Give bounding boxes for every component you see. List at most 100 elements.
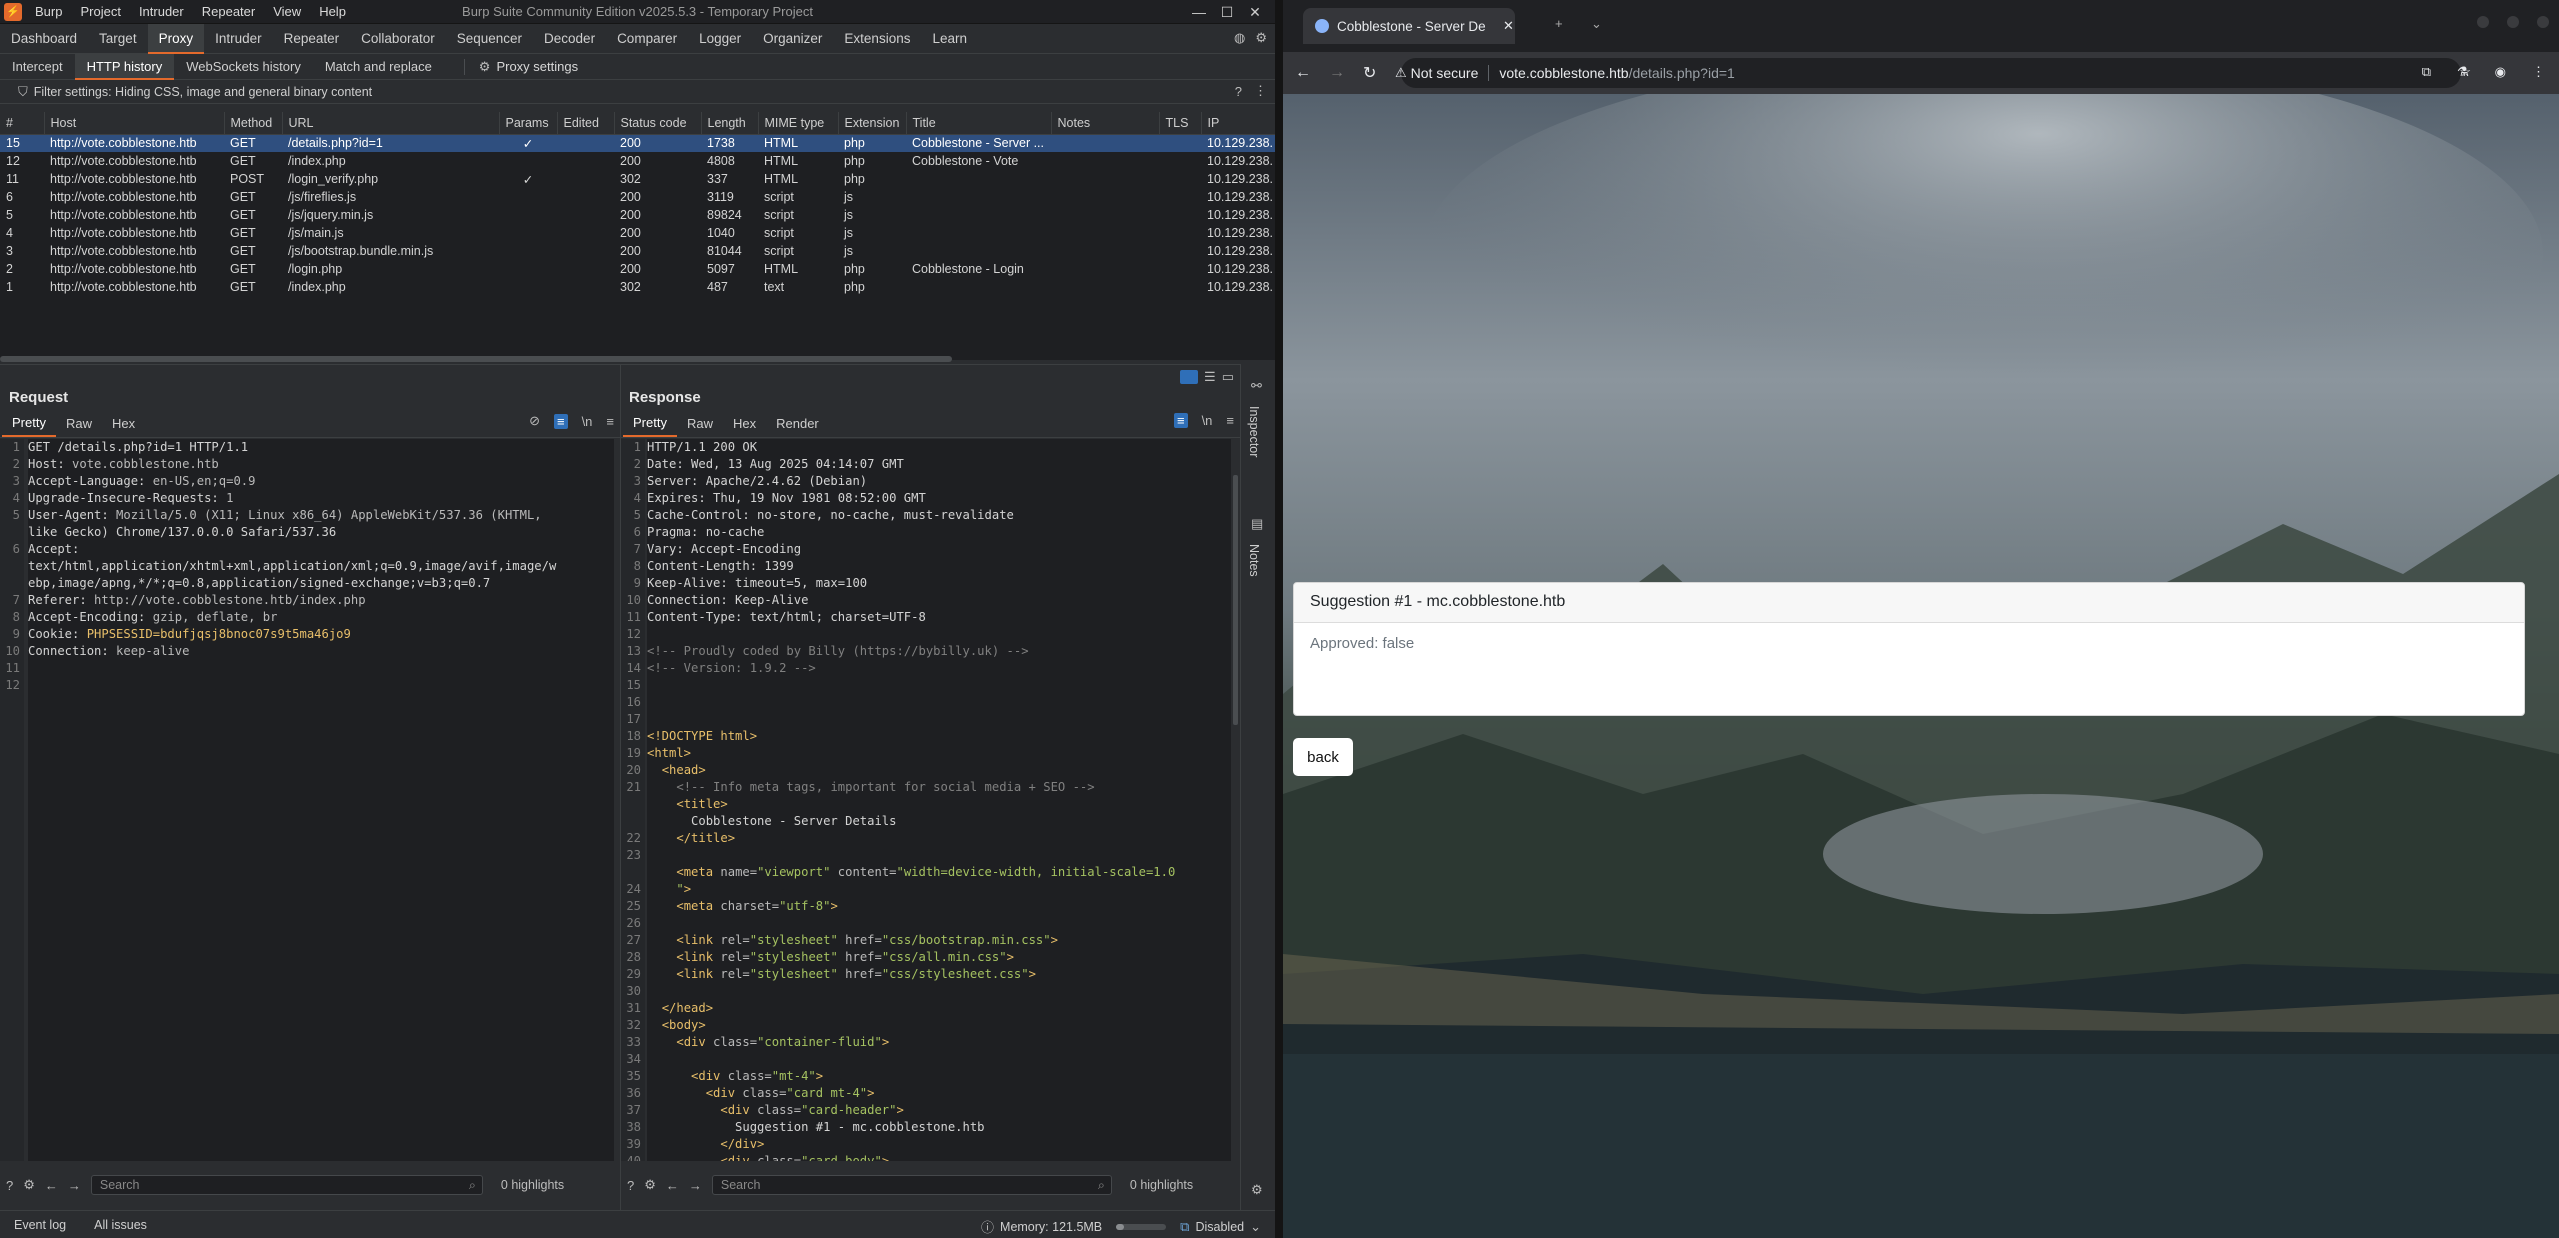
help-icon[interactable]: ?	[6, 1178, 13, 1193]
hide-icon[interactable]: ⊘	[529, 413, 540, 429]
wrap-toggle-icon[interactable]: ≡	[553, 413, 568, 429]
close-dot-icon[interactable]	[2537, 16, 2549, 28]
window-divider[interactable]	[1275, 0, 1283, 1238]
tab-repeater[interactable]: Repeater	[273, 24, 351, 54]
new-tab-icon[interactable]: +	[1555, 16, 1563, 31]
event-log-link[interactable]: Event log	[14, 1218, 66, 1232]
minimize-icon[interactable]: —	[1185, 0, 1213, 24]
reload-icon[interactable]: ↻	[1363, 63, 1376, 83]
table-row[interactable]: 12 http://vote.cobblestone.htb GET/index.p…	[0, 152, 1275, 170]
chevron-down-icon[interactable]: ⌄	[1250, 1219, 1261, 1235]
tab-render[interactable]: Render	[766, 412, 829, 436]
tab-logger[interactable]: Logger	[688, 24, 752, 54]
column-header[interactable]: TLS	[1159, 112, 1202, 135]
maximize-dot-icon[interactable]	[2507, 16, 2519, 28]
address-bar[interactable]: ⚠ Not secure vote.cobblestone.htb/detail…	[1395, 58, 2471, 88]
column-header[interactable]: MIME type	[758, 112, 839, 135]
table-row[interactable]: 11 http://vote.cobblestone.htb POST/login_…	[0, 170, 1275, 188]
tab-organizer[interactable]: Organizer	[752, 24, 833, 54]
forward-arrow-icon[interactable]: →	[689, 1178, 702, 1193]
help-icon[interactable]: ?	[1235, 84, 1242, 99]
tab-intruder[interactable]: Intruder	[204, 24, 273, 54]
menu-project[interactable]: Project	[71, 0, 129, 24]
tab-hex[interactable]: Hex	[102, 412, 145, 436]
tab-dashboard[interactable]: Dashboard	[0, 24, 88, 54]
browser-menu-icon[interactable]: ⋮	[2532, 64, 2545, 80]
tab-decoder[interactable]: Decoder	[533, 24, 606, 54]
table-row[interactable]: 1 http://vote.cobblestone.htb GET/index.ph…	[0, 278, 1275, 296]
horizontal-scrollbar[interactable]	[0, 356, 952, 362]
wrap-toggle-icon[interactable]: ≡	[1173, 413, 1188, 428]
single-view-icon[interactable]: ▭	[1222, 369, 1234, 385]
back-arrow-icon[interactable]: ←	[45, 1178, 58, 1193]
globe-icon[interactable]: ◍	[1234, 30, 1245, 46]
tab-learn[interactable]: Learn	[921, 24, 978, 54]
tab-raw[interactable]: Raw	[56, 412, 102, 436]
menu-help[interactable]: Help	[310, 0, 355, 24]
response-editor[interactable]: HTTP/1.1 200 OK Date: Wed, 13 Aug 2025 0…	[647, 439, 1231, 1161]
tab-match-and-replace[interactable]: Match and replace	[313, 54, 444, 80]
menu-intruder[interactable]: Intruder	[130, 0, 193, 24]
column-header[interactable]: Params	[499, 112, 558, 135]
menu-icon[interactable]: ≡	[606, 414, 614, 429]
menu-repeater[interactable]: Repeater	[193, 0, 264, 24]
capture-status[interactable]: Disabled	[1195, 1220, 1244, 1234]
not-secure-label[interactable]: Not secure	[1411, 65, 1479, 81]
newline-icon[interactable]: \n	[1202, 413, 1213, 428]
column-header[interactable]: Method	[224, 112, 283, 135]
column-header[interactable]: IP	[1201, 112, 1276, 135]
column-header[interactable]: URL	[282, 112, 500, 135]
tab-hex[interactable]: Hex	[723, 412, 766, 436]
filter-settings-bar[interactable]: ⛉ Filter settings: Hiding CSS, image and…	[0, 80, 1275, 104]
horizontal-layout-icon[interactable]: ☰	[1204, 369, 1216, 385]
column-header[interactable]: Edited	[557, 112, 615, 135]
tab-proxy[interactable]: Proxy	[147, 23, 205, 54]
inspector-icon[interactable]: ⚯	[1251, 378, 1262, 394]
tab-intercept[interactable]: Intercept	[0, 54, 75, 80]
all-issues-link[interactable]: All issues	[94, 1218, 147, 1232]
request-editor[interactable]: GET /details.php?id=1 HTTP/1.1 Host: vote…	[28, 439, 614, 1161]
tab-pretty[interactable]: Pretty	[2, 411, 56, 437]
proxy-settings-button[interactable]: ⚙ Proxy settings	[463, 58, 578, 75]
split-view-icon[interactable]	[1180, 370, 1199, 384]
browser-tab[interactable]: Cobblestone - Server De ✕	[1303, 8, 1515, 44]
tab-target[interactable]: Target	[88, 24, 148, 54]
settings-icon[interactable]: ⚙	[23, 1177, 35, 1193]
forward-icon[interactable]: →	[1329, 64, 1345, 82]
tab-list-chevron-icon[interactable]: ⌄	[1591, 16, 1602, 32]
response-search-input[interactable]: Search ⌕	[711, 1175, 1112, 1195]
column-header[interactable]: Title	[906, 112, 1052, 135]
menu-view[interactable]: View	[264, 0, 310, 24]
request-search-input[interactable]: Search ⌕	[90, 1175, 483, 1195]
table-row[interactable]: 5 http://vote.cobblestone.htb GET/js/jquer…	[0, 206, 1275, 224]
labs-flask-icon[interactable]: ⚗	[2457, 64, 2469, 80]
notes-tab[interactable]: Notes	[1247, 544, 1261, 577]
profile-icon[interactable]: ◉	[2495, 64, 2506, 80]
back-arrow-icon[interactable]: ←	[666, 1178, 679, 1193]
inspector-tab[interactable]: Inspector	[1247, 406, 1261, 457]
tab-close-icon[interactable]: ✕	[1503, 18, 1514, 34]
newline-icon[interactable]: \n	[582, 414, 593, 429]
help-icon[interactable]: ?	[627, 1178, 634, 1193]
table-row[interactable]: 2 http://vote.cobblestone.htb GET/login.ph…	[0, 260, 1275, 278]
forward-arrow-icon[interactable]: →	[68, 1178, 81, 1193]
column-header[interactable]: Length	[701, 112, 759, 135]
tab-raw[interactable]: Raw	[677, 412, 723, 436]
tab-collaborator[interactable]: Collaborator	[350, 24, 446, 54]
back-icon[interactable]: ←	[1295, 64, 1311, 82]
table-row[interactable]: 4 http://vote.cobblestone.htb GET/js/main.…	[0, 224, 1275, 242]
kebab-menu-icon[interactable]: ⋮	[1254, 83, 1267, 99]
column-header[interactable]: Notes	[1051, 112, 1160, 135]
notes-icon[interactable]: ▤	[1251, 516, 1263, 532]
tab-websockets-history[interactable]: WebSockets history	[174, 54, 313, 80]
table-row[interactable]: 6 http://vote.cobblestone.htb GET/js/firef…	[0, 188, 1275, 206]
settings-gear-icon[interactable]: ⚙	[1255, 30, 1267, 46]
table-row[interactable]: 3 http://vote.cobblestone.htb GET/js/boots…	[0, 242, 1275, 260]
tab-extensions[interactable]: Extensions	[833, 24, 921, 54]
column-header[interactable]: Extension	[838, 112, 907, 135]
tab-http-history[interactable]: HTTP history	[74, 53, 175, 80]
tab-pretty[interactable]: Pretty	[623, 411, 677, 437]
menu-icon[interactable]: ≡	[1226, 413, 1234, 428]
table-row[interactable]: 15 http://vote.cobblestone.htb GET/details…	[0, 134, 1275, 152]
column-header[interactable]: #	[0, 112, 45, 135]
